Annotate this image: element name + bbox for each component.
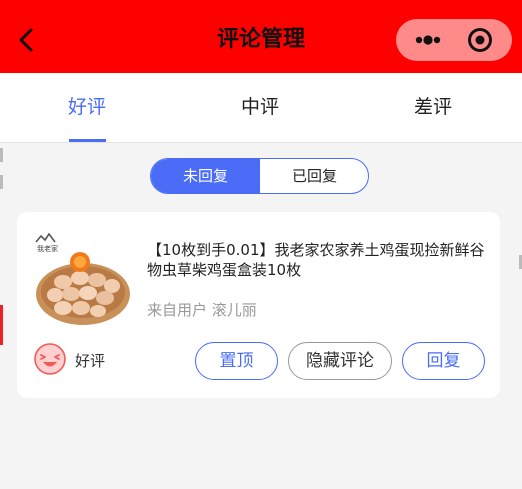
close-circle-icon	[468, 28, 492, 52]
close-button[interactable]	[467, 27, 493, 53]
smile-face-icon	[34, 343, 66, 375]
more-dots-icon	[415, 35, 441, 45]
product-title[interactable]: 【10枚到手0.01】我老家农家养土鸡蛋现捡新鲜谷物虫草柴鸡蛋盒装10枚	[147, 240, 487, 280]
tab-bad[interactable]: 差评	[373, 73, 493, 142]
tab-good[interactable]: 好评	[27, 73, 147, 142]
rating-tabs: 好评 中评 差评	[0, 73, 522, 143]
nav-bar: 评论管理	[0, 0, 522, 73]
hide-comment-button[interactable]: 隐藏评论	[288, 342, 392, 380]
unreplied-option[interactable]: 未回复	[151, 159, 260, 193]
product-image: 我老家	[35, 232, 130, 325]
brand-logo-text: 我老家	[37, 244, 58, 253]
reply-button[interactable]: 回复	[402, 342, 485, 380]
edge-mark	[0, 148, 3, 162]
mini-program-capsule	[396, 19, 512, 61]
pin-button[interactable]: 置顶	[195, 342, 278, 380]
reply-filter-toggle: 未回复 已回复	[150, 158, 369, 194]
tab-medium[interactable]: 中评	[200, 73, 320, 142]
edge-mark	[0, 305, 3, 345]
comment-card: 我老家 【10枚到手0.01】我老家农家养土鸡蛋现捡新鲜谷物虫草柴鸡蛋盒装10枚…	[17, 212, 500, 398]
more-button[interactable]	[410, 19, 446, 61]
rating-label: 好评	[75, 352, 106, 370]
comment-author: 来自用户 滚儿丽	[147, 301, 257, 319]
replied-option[interactable]: 已回复	[260, 159, 368, 193]
edge-mark	[0, 175, 3, 189]
active-tab-indicator	[69, 139, 106, 142]
